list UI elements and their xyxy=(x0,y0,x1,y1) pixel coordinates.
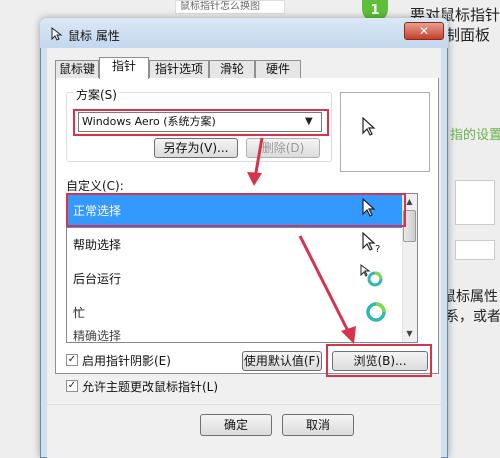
use-default-button[interactable]: 使用默认值(F) xyxy=(242,351,322,371)
list-item-working-in-background[interactable]: 后台运行 xyxy=(67,262,403,296)
allow-theme-label[interactable]: 允许主题更改鼠标指针(L) xyxy=(82,378,218,395)
dialog-title: 鼠标 属性 xyxy=(68,29,120,43)
tab-pointers[interactable]: 指针 xyxy=(99,57,149,79)
enable-shadow-checkbox[interactable]: ✓ xyxy=(66,354,78,366)
footer-divider xyxy=(47,404,441,405)
annotation-highlight-scheme xyxy=(73,109,329,136)
list-item-help-select[interactable]: 帮助选择 xyxy=(67,228,403,262)
tab-wheel[interactable]: 滑轮 xyxy=(209,60,255,79)
enable-shadow-label[interactable]: 启用指针阴影(E) xyxy=(82,352,171,369)
background-page-title: 鼠标指针怎么换图 xyxy=(175,0,285,14)
annotation-highlight-browse xyxy=(326,344,432,377)
background-link[interactable]: 指的设置 xyxy=(450,124,500,143)
background-busy-cursor-icon xyxy=(360,264,384,291)
help-cursor-icon: ? xyxy=(362,231,382,257)
close-button[interactable]: ✕ xyxy=(404,22,444,40)
customize-label: 自定义(C): xyxy=(66,179,124,193)
tab-hardware[interactable]: 硬件 xyxy=(255,60,301,79)
scroll-down-icon[interactable]: ▼ xyxy=(403,328,416,340)
pointer-preview xyxy=(340,92,430,172)
background-thumbnail xyxy=(455,240,495,260)
list-item-precision-select[interactable]: 精确选择 xyxy=(67,330,403,342)
busy-cursor-icon xyxy=(364,300,388,327)
background-text: 系，或者 xyxy=(445,309,500,325)
background-thumbnail xyxy=(455,180,495,225)
annotation-highlight-selected-row xyxy=(66,193,406,227)
save-as-button[interactable]: 另存为(V)... xyxy=(154,138,238,158)
delete-button[interactable]: 删除(D) xyxy=(246,138,320,158)
tab-buttons[interactable]: 鼠标键 xyxy=(55,60,99,79)
scheme-label: 方案(S) xyxy=(74,86,119,103)
ok-button[interactable]: 确定 xyxy=(200,414,272,436)
tab-pointer-options[interactable]: 指针选项 xyxy=(149,60,209,79)
background-text: 鼠标属性 xyxy=(442,289,498,305)
arrow-cursor-icon xyxy=(362,116,376,140)
list-item-busy[interactable]: 忙 xyxy=(67,296,403,330)
cancel-button[interactable]: 取消 xyxy=(282,414,354,436)
svg-text:?: ? xyxy=(375,244,380,254)
mouse-icon xyxy=(50,26,64,41)
allow-theme-checkbox[interactable]: ✓ xyxy=(66,380,78,392)
